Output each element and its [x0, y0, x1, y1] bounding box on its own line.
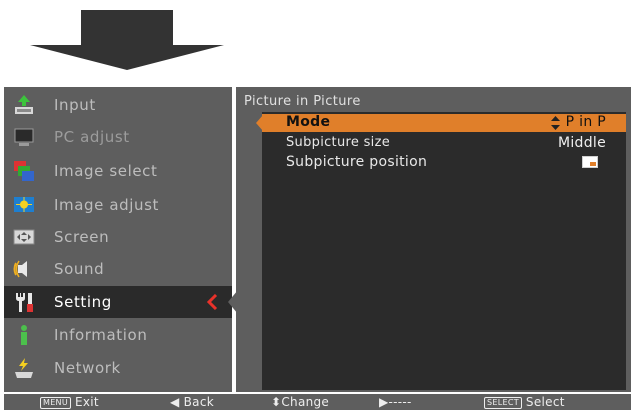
subpicture-position-icon [582, 156, 598, 168]
menu-label-setting: Setting [54, 293, 112, 311]
chevron-left-icon [206, 294, 218, 310]
down-arrow-shaft [81, 10, 173, 46]
up-down-arrows-icon [551, 116, 560, 130]
menu-label-input: Input [54, 96, 96, 114]
menu-label-screen: Screen [54, 228, 110, 246]
menu-item-pc-adjust[interactable]: PC adjust [4, 121, 232, 153]
subpicture-size-value: Middle [557, 135, 606, 151]
network-icon [15, 358, 33, 378]
menu-label-image-adjust: Image adjust [54, 196, 160, 214]
hint-select: SELECT Select [484, 394, 565, 410]
pip-panel: Picture in Picture Mode P in P Subpictur… [236, 87, 631, 392]
select-key-icon: SELECT [484, 396, 522, 409]
speaker-icon [13, 260, 27, 278]
subpicture-position-label: Subpicture position [286, 154, 428, 170]
hint-select-label: Select [525, 395, 565, 409]
menu-label-sound: Sound [54, 260, 105, 278]
menu-item-image-adjust[interactable]: Image adjust [4, 189, 232, 221]
menu-item-screen[interactable]: Screen [4, 221, 232, 253]
menu-item-setting[interactable]: Setting [4, 286, 238, 318]
monitor-icon [14, 128, 34, 146]
menu-label-pc-adjust: PC adjust [54, 128, 130, 146]
hint-exit: MENU Exit [40, 394, 99, 410]
main-menu: Input PC adjust Image select Image adjus… [4, 87, 238, 392]
menu-key-icon: MENU [40, 396, 71, 409]
info-icon [21, 325, 27, 345]
guide-bar: MENU Exit ◀ Back ⬍Change ▶----- SELECT Sel… [4, 394, 631, 410]
tools-icon [16, 293, 33, 312]
menu-item-sound[interactable]: Sound [4, 253, 232, 285]
hint-change: ⬍Change [271, 395, 330, 409]
image-adjust-icon [14, 197, 34, 212]
mode-value: P in P [565, 114, 606, 130]
input-icon [15, 95, 33, 114]
down-arrow-icon [30, 45, 224, 70]
row-mode[interactable]: Mode P in P [256, 114, 626, 132]
menu-label-information: Information [54, 326, 148, 344]
panel-title: Picture in Picture [244, 94, 361, 109]
row-subpicture-position[interactable]: Subpicture position [262, 154, 626, 172]
row-subpicture-size[interactable]: Subpicture size Middle [262, 135, 626, 153]
hint-next: ▶----- [379, 395, 412, 409]
hint-back: ◀ Back [170, 395, 214, 409]
screen-icon [13, 229, 35, 245]
mode-label: Mode [286, 114, 331, 130]
image-select-icon [14, 161, 34, 181]
menu-item-image-select[interactable]: Image select [4, 155, 232, 187]
subpicture-size-label: Subpicture size [286, 135, 390, 150]
hint-exit-label: Exit [75, 395, 99, 409]
pip-settings-list: Mode P in P Subpicture size Middle Subpi… [256, 112, 626, 390]
menu-label-image-select: Image select [54, 162, 158, 180]
menu-label-network: Network [54, 359, 121, 377]
row-pointer [256, 115, 263, 131]
menu-item-information[interactable]: Information [4, 319, 232, 351]
menu-item-network[interactable]: Network [4, 352, 232, 384]
menu-item-input[interactable]: Input [4, 89, 232, 121]
